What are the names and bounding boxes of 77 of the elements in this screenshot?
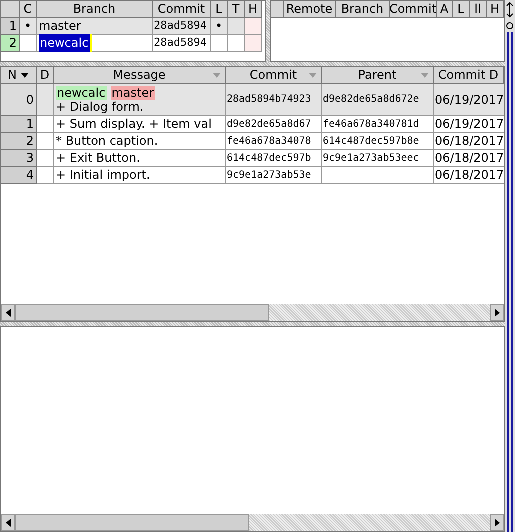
table-cell <box>228 18 245 35</box>
column-header[interactable]: N <box>1 67 37 84</box>
column-header[interactable]: Commit <box>390 1 437 18</box>
table-cell: 614c487dec597b8e <box>322 133 434 150</box>
table-cell: 28ad5894b74923 <box>226 84 322 116</box>
table-cell: d9e82de65a8d67 <box>226 116 322 133</box>
scroll-left-button[interactable] <box>1 304 15 321</box>
column-header[interactable]: Commit <box>226 67 322 84</box>
table-cell: 06/18/2017 <box>434 167 504 184</box>
column-header[interactable]: Parent <box>322 67 434 84</box>
table-cell: 9c9e1a273ab53eec <box>322 150 434 167</box>
scroll-right-button[interactable] <box>490 514 504 531</box>
commit-message: + Dialog form. <box>56 100 145 114</box>
column-header[interactable]: D <box>37 67 54 84</box>
table-cell <box>245 35 262 52</box>
table-cell: d9e82de65a8d672e <box>322 84 434 116</box>
table-cell <box>211 35 228 52</box>
column-header[interactable]: Commit <box>153 1 211 18</box>
table-cell: • <box>20 18 37 35</box>
column-header[interactable]: Branch <box>37 1 153 18</box>
column-header[interactable]: Branch <box>336 1 390 18</box>
right-arrow-icon <box>494 518 500 526</box>
row-number[interactable]: 3 <box>1 150 37 167</box>
commit-message: * Button caption. <box>56 134 160 148</box>
table-cell <box>228 35 245 52</box>
row-number[interactable]: 1 <box>1 18 20 35</box>
resize-arrow-icon <box>506 2 514 18</box>
scroll-left-button[interactable] <box>1 514 15 531</box>
table-cell: fe46a678a340781d <box>322 116 434 133</box>
row-number[interactable]: 2 <box>1 35 20 52</box>
sort-arrow-icon <box>20 72 29 78</box>
column-header[interactable]: ll <box>470 1 487 18</box>
commit-message: + Initial import. <box>56 168 152 182</box>
table-cell: 06/18/2017 <box>434 150 504 167</box>
scroll-right-button[interactable] <box>490 304 504 321</box>
sort-arrow-icon <box>213 73 221 78</box>
sort-arrow-icon <box>421 73 429 78</box>
left-arrow-icon <box>6 518 10 526</box>
column-header[interactable]: L <box>453 1 470 18</box>
column-header[interactable]: T <box>228 1 245 18</box>
column-header[interactable]: H <box>487 1 504 18</box>
branch-tag[interactable]: master <box>110 86 156 100</box>
table-cell: fe46a678a34078 <box>226 133 322 150</box>
column-header[interactable]: Message <box>54 67 226 84</box>
commit-message: + Exit Button. <box>56 151 142 165</box>
branch-tag[interactable]: newcalc <box>56 86 107 100</box>
scrollbar-thumb[interactable] <box>507 32 513 532</box>
table-cell: 28ad5894 <box>153 18 211 35</box>
column-header[interactable]: H <box>245 1 262 18</box>
circle-icon <box>506 22 514 30</box>
table-cell: 614c487dec597b <box>226 150 322 167</box>
scrollbar-thumb[interactable] <box>15 304 269 321</box>
text-input[interactable]: newcalc <box>39 34 92 52</box>
column-header[interactable]: Remote <box>284 1 336 18</box>
row-number[interactable]: 0 <box>1 84 37 116</box>
column-header[interactable]: Commit D <box>434 67 504 84</box>
sort-arrow-icon <box>309 73 317 78</box>
splitter[interactable] <box>266 0 270 62</box>
column-header[interactable]: C <box>20 1 37 18</box>
table-cell <box>245 18 262 35</box>
scrollbar-thumb[interactable] <box>15 514 249 531</box>
table-cell: 06/19/2017 <box>434 116 504 133</box>
table-cell: 06/18/2017 <box>434 133 504 150</box>
row-number[interactable]: 4 <box>1 167 37 184</box>
commit-message: + Sum display. + Item val <box>56 117 213 131</box>
table-cell-text: master <box>39 18 82 35</box>
vertical-scrollbar[interactable] <box>505 0 515 532</box>
table-cell: 28ad5894 <box>153 35 211 52</box>
table-cell: • <box>211 18 228 35</box>
column-header[interactable]: L <box>211 1 228 18</box>
table-cell: 06/19/2017 <box>434 84 504 116</box>
left-arrow-icon <box>6 308 10 316</box>
table-cell: 9c9e1a273ab53e <box>226 167 322 184</box>
row-number[interactable]: 2 <box>1 133 37 150</box>
right-arrow-icon <box>494 308 500 316</box>
column-header[interactable]: A <box>437 1 453 18</box>
row-number[interactable]: 1 <box>1 116 37 133</box>
